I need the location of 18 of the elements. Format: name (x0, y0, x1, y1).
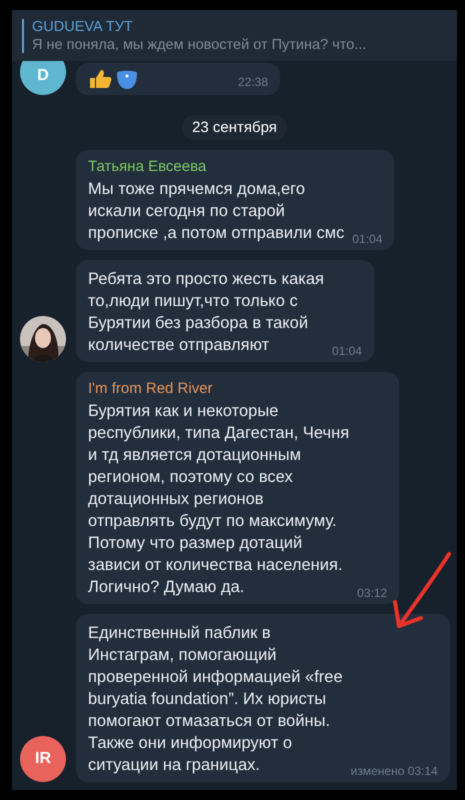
sender-name[interactable]: Татьяна Евсеева (88, 158, 382, 175)
date-label: 23 сентября (182, 115, 287, 140)
avatar[interactable]: IR (20, 736, 66, 782)
message-text: Единственный паблик в Инстаграм, помогающий проверенной информацией «free buryatia foundation”. Их юристы помогают отмазаться от войны. Также они информируют о ситуации на границах. (88, 623, 343, 776)
pinned-message-bar[interactable]: GUDUEVA ТУТ Я не поняла, мы ждем новостей от Путина? что... (12, 10, 457, 61)
message-time: 22:38 (238, 75, 268, 89)
message-text: Мы тоже прячемся дома,его искали сегодня по старой прописке ,а потом отправили смс (88, 179, 344, 244)
pinned-title: GUDUEVA ТУТ (32, 19, 134, 35)
message-time: изменено 03:14 (350, 764, 438, 778)
message-text: Бурятия как и некоторые республики, типа Дагестан, Чечня и тд является дотационным регионом, поэтому со всех дотационных регионов отправлять будут по максимуму. Потому что размер дотаций зависи от количества населения. Логично? Думаю да. (88, 401, 350, 598)
message-time: 01:04 (332, 344, 362, 358)
sender-name[interactable]: I'm from Red River (88, 380, 388, 397)
reaction-icon[interactable] (116, 69, 138, 89)
thumbs-up-icon[interactable] (88, 69, 112, 89)
pinned-text: Я не поняла, мы ждем новостей от Путина? что... (32, 37, 366, 53)
message-time: 01:04 (352, 232, 382, 246)
message-time: 03:12 (357, 586, 388, 600)
message-text: Ребята это просто жесть какая то,люди пишут,что только с Бурятии без разбора в такой количестве отправляют (88, 269, 324, 356)
